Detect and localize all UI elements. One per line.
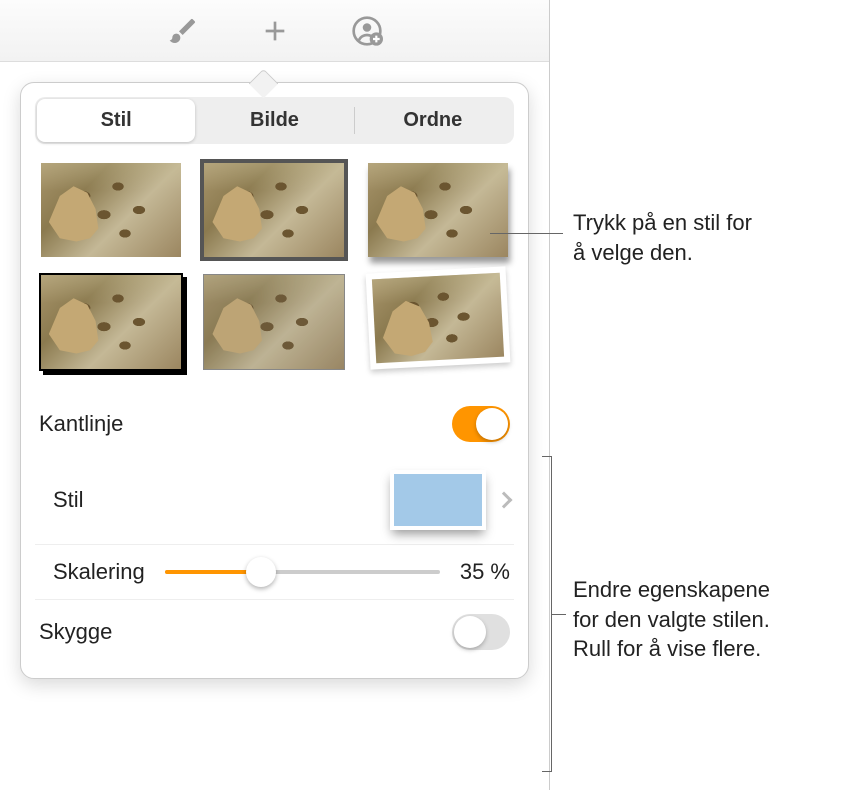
- format-popover: Stil Bilde Ordne Kantlinje Stil Skalerin…: [20, 82, 529, 679]
- style-thumbnails: [35, 160, 514, 372]
- style-preset[interactable]: [35, 160, 187, 260]
- style-preset[interactable]: [362, 160, 514, 260]
- brush-icon[interactable]: [167, 15, 199, 47]
- style-row[interactable]: Stil: [35, 456, 514, 545]
- tab-bilde[interactable]: Bilde: [195, 99, 353, 142]
- tab-ordne[interactable]: Ordne: [354, 99, 512, 142]
- callout-text: Endre egenskapene for den valgte stilen.…: [573, 575, 770, 664]
- scale-row: Skalering 35 %: [35, 545, 514, 600]
- collaborate-icon[interactable]: [351, 15, 383, 47]
- border-label: Kantlinje: [39, 411, 123, 437]
- plus-icon[interactable]: [259, 15, 291, 47]
- scale-value: 35 %: [454, 559, 510, 585]
- callout-bracket: [542, 456, 552, 772]
- style-preset[interactable]: [35, 272, 187, 372]
- tab-segmented-control: Stil Bilde Ordne: [35, 97, 514, 144]
- toolbar: [0, 0, 549, 62]
- border-toggle[interactable]: [452, 406, 510, 442]
- inspector-panel: Stil Bilde Ordne Kantlinje Stil Skalerin…: [0, 0, 550, 790]
- tab-stil[interactable]: Stil: [37, 99, 195, 142]
- callout-text: Trykk på en stil for å velge den.: [573, 208, 752, 267]
- border-row: Kantlinje: [35, 392, 514, 456]
- scale-label: Skalering: [53, 559, 145, 585]
- shadow-row: Skygge: [35, 600, 514, 664]
- style-preview-wrap: [390, 470, 510, 530]
- style-label: Stil: [53, 487, 84, 513]
- chevron-right-icon: [496, 492, 513, 509]
- style-preset[interactable]: [199, 272, 351, 372]
- shadow-toggle[interactable]: [452, 614, 510, 650]
- style-preset[interactable]: [199, 160, 351, 260]
- style-preset[interactable]: [362, 272, 514, 372]
- scale-slider[interactable]: [165, 570, 440, 574]
- shadow-label: Skygge: [39, 619, 112, 645]
- callout-connector: [490, 233, 563, 234]
- style-swatch: [390, 470, 486, 530]
- callout-connector: [552, 614, 566, 615]
